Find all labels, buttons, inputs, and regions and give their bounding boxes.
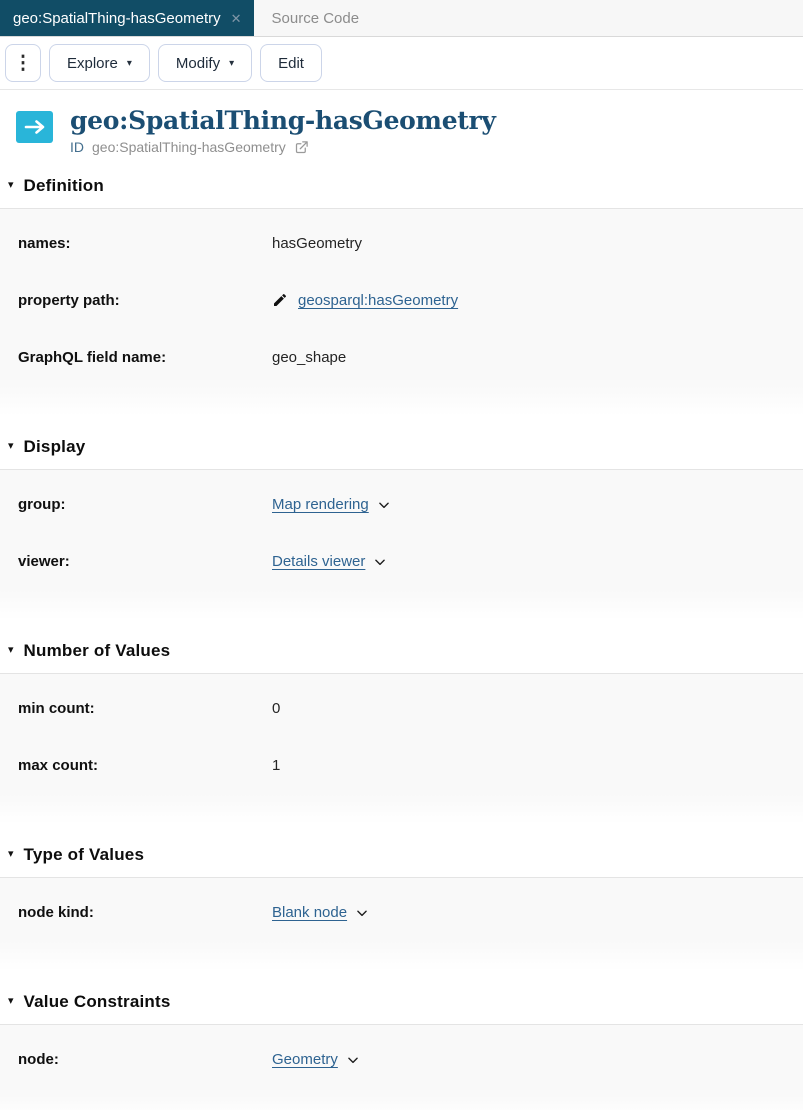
inactive-tab-label: Source Code xyxy=(271,9,360,27)
field-value: hasGeometry xyxy=(272,235,362,252)
field-row-max-count: max count: 1 xyxy=(0,737,803,794)
edit-button[interactable]: Edit xyxy=(260,44,322,82)
viewer-link[interactable]: Details viewer xyxy=(272,553,365,570)
field-row-node-kind: node kind: Blank node xyxy=(0,884,803,941)
caret-down-icon: ▾ xyxy=(126,58,132,69)
field-value: Map rendering xyxy=(272,496,391,513)
resource-id-line: ID geo:SpatialThing-hasGeometry xyxy=(70,139,496,155)
id-label: ID xyxy=(70,138,84,155)
field-row-min-count: min count: 0 xyxy=(0,680,803,737)
group-link[interactable]: Map rendering xyxy=(272,496,369,513)
caret-down-icon: ▾ xyxy=(229,58,235,69)
field-label: node: xyxy=(18,1050,59,1068)
field-label: property path: xyxy=(18,291,120,309)
section-body-value-constraints: node: Geometry xyxy=(0,1023,803,1110)
property-type-badge xyxy=(16,111,53,143)
tab-source-code[interactable]: Source Code xyxy=(254,0,378,36)
page-title: geo:SpatialThing-hasGeometry xyxy=(70,106,496,135)
page-header: geo:SpatialThing-hasGeometry ID geo:Spat… xyxy=(0,90,803,155)
kebab-menu-button[interactable]: ⋮ xyxy=(5,44,41,82)
field-value: geosparql:hasGeometry xyxy=(272,292,458,309)
field-value: 1 xyxy=(272,757,280,774)
app-window: geo:SpatialThing-hasGeometry ✕ Source Co… xyxy=(0,0,803,1110)
section-header-value-constraints[interactable]: ▾ Value Constraints xyxy=(0,970,803,1024)
collapse-triangle-icon: ▾ xyxy=(8,643,14,656)
right-arrow-icon xyxy=(24,120,44,134)
tab-bar: geo:SpatialThing-hasGeometry ✕ Source Co… xyxy=(0,0,803,37)
field-value-text: 1 xyxy=(272,756,281,774)
field-value: Blank node xyxy=(272,904,369,921)
edit-button-label: Edit xyxy=(278,54,304,72)
chevron-down-icon[interactable] xyxy=(346,1053,360,1067)
field-value: Geometry xyxy=(272,1051,360,1068)
section-body-number-of-values: min count: 0 max count: 1 xyxy=(0,672,803,824)
page-header-text: geo:SpatialThing-hasGeometry ID geo:Spat… xyxy=(70,106,496,155)
field-row-node: node: Geometry xyxy=(0,1031,803,1088)
section-title: Number of Values xyxy=(23,640,171,660)
section-body-type-of-values: node kind: Blank node xyxy=(0,876,803,971)
section-title: Definition xyxy=(23,175,104,195)
field-value: 0 xyxy=(272,700,280,717)
section-header-definition[interactable]: ▾ Definition xyxy=(0,154,803,208)
tab-close-icon[interactable]: ✕ xyxy=(231,12,242,25)
field-row-graphql-name: GraphQL field name: geo_shape xyxy=(0,329,803,386)
explore-button-label: Explore xyxy=(67,54,118,72)
field-value-text: 0 xyxy=(272,699,281,717)
modify-button-label: Modify xyxy=(175,54,221,72)
tab-active-spatialthing[interactable]: geo:SpatialThing-hasGeometry ✕ xyxy=(0,0,254,36)
section-header-display[interactable]: ▾ Display xyxy=(0,415,803,469)
toolbar: ⋮ Explore ▾ Modify ▾ Edit xyxy=(0,37,803,90)
field-label: viewer: xyxy=(18,552,70,570)
section-body-definition: names: hasGeometry property path: geospa… xyxy=(0,207,803,416)
collapse-triangle-icon: ▾ xyxy=(8,178,14,191)
kebab-icon: ⋮ xyxy=(13,52,33,74)
modify-dropdown-button[interactable]: Modify ▾ xyxy=(157,44,253,82)
section-header-type-of-values[interactable]: ▾ Type of Values xyxy=(0,823,803,877)
edit-pencil-icon[interactable] xyxy=(272,292,288,308)
chevron-down-icon[interactable] xyxy=(355,906,369,920)
external-link-icon[interactable] xyxy=(294,140,309,155)
field-label: node kind: xyxy=(18,903,94,921)
field-value-text: geo_shape xyxy=(272,348,347,366)
field-label: GraphQL field name: xyxy=(18,348,167,366)
property-path-link[interactable]: geosparql:hasGeometry xyxy=(298,292,458,309)
field-value: geo_shape xyxy=(272,349,346,366)
collapse-triangle-icon: ▾ xyxy=(8,847,14,860)
field-label: names: xyxy=(18,234,71,252)
collapse-triangle-icon: ▾ xyxy=(8,994,14,1007)
section-title: Value Constraints xyxy=(23,991,171,1011)
section-body-display: group: Map rendering viewer: Details vie… xyxy=(0,468,803,620)
field-value-text: hasGeometry xyxy=(272,234,363,252)
section-header-number-of-values[interactable]: ▾ Number of Values xyxy=(0,619,803,673)
node-kind-link[interactable]: Blank node xyxy=(272,904,347,921)
field-label: max count: xyxy=(18,756,99,774)
chevron-down-icon[interactable] xyxy=(373,555,387,569)
collapse-triangle-icon: ▾ xyxy=(8,439,14,452)
explore-dropdown-button[interactable]: Explore ▾ xyxy=(49,44,150,82)
active-tab-label: geo:SpatialThing-hasGeometry xyxy=(13,9,221,27)
field-row-names: names: hasGeometry xyxy=(0,215,803,272)
field-row-property-path: property path: geosparql:hasGeometry xyxy=(0,272,803,329)
field-label: group: xyxy=(18,495,66,513)
id-value: geo:SpatialThing-hasGeometry xyxy=(92,138,286,155)
section-title: Type of Values xyxy=(23,844,145,864)
field-row-group: group: Map rendering xyxy=(0,476,803,533)
node-link[interactable]: Geometry xyxy=(272,1051,338,1068)
chevron-down-icon[interactable] xyxy=(377,498,391,512)
field-row-viewer: viewer: Details viewer xyxy=(0,533,803,590)
section-title: Display xyxy=(23,436,86,456)
field-label: min count: xyxy=(18,699,95,717)
field-value: Details viewer xyxy=(272,553,387,570)
